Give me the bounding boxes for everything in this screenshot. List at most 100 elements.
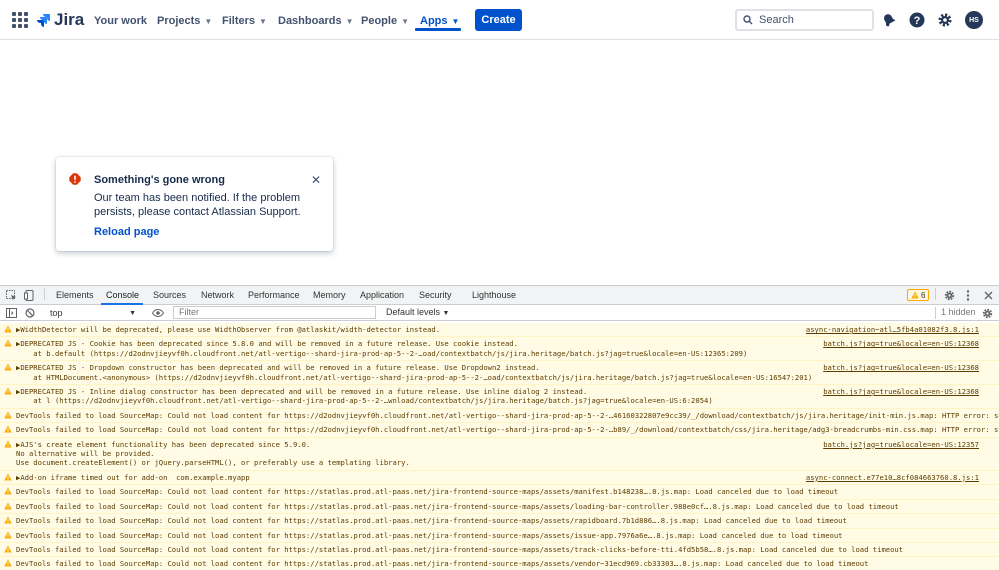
nav-filters[interactable]: Filters ▼	[222, 12, 267, 30]
settings-icon[interactable]	[936, 11, 954, 29]
tab-memory[interactable]: Memory	[313, 290, 346, 300]
nav-people-label: People	[361, 15, 398, 27]
console-message-line: DevTools failed to load SourceMap: Could…	[16, 530, 843, 540]
more-options-icon[interactable]	[962, 289, 974, 301]
tab-performance[interactable]: Performance	[248, 290, 300, 300]
chevron-down-icon: ▼	[345, 16, 354, 26]
warning-icon	[4, 425, 12, 433]
tab-console[interactable]: Console	[106, 290, 139, 300]
nav-people[interactable]: People ▼	[361, 12, 409, 30]
active-nav-indicator	[415, 28, 461, 31]
question-icon: ?	[909, 12, 925, 28]
create-button[interactable]: Create	[475, 9, 522, 31]
app-switcher-icon[interactable]	[12, 12, 28, 28]
sidebar-toggle-icon[interactable]	[5, 307, 17, 319]
clear-console-icon[interactable]	[24, 307, 36, 319]
tab-security[interactable]: Security	[419, 290, 452, 300]
console-warning-message[interactable]: DevTools failed to load SourceMap: Could…	[0, 408, 999, 424]
flag-message: Our team has been notified. If the probl…	[94, 192, 301, 218]
tab-sources[interactable]: Sources	[153, 290, 186, 300]
console-warning-message[interactable]: DevTools failed to load SourceMap: Could…	[0, 528, 999, 543]
console-message-line: at b.default (https://d2odnvjieyvf0h.clo…	[16, 348, 748, 358]
context-selector[interactable]: top ▼	[42, 307, 140, 319]
divider	[935, 307, 936, 319]
warning-icon	[4, 363, 12, 371]
console-warning-message[interactable]: ▶AJS's create element functionality has …	[0, 437, 999, 471]
console-filter-input[interactable]: Filter	[173, 306, 376, 319]
live-expression-eye-icon[interactable]	[152, 307, 164, 319]
nav-projects[interactable]: Projects ▼	[157, 12, 212, 30]
svg-text:?: ?	[914, 15, 921, 27]
console-source-link[interactable]: batch.js?jag=true&locale=en-US:12357	[823, 440, 979, 449]
console-settings-icon[interactable]	[981, 307, 993, 319]
warning-icon	[4, 411, 12, 419]
warning-icon	[4, 531, 12, 538]
console-message-line: DevTools failed to load SourceMap: Could…	[16, 559, 869, 569]
warning-icon	[4, 339, 12, 347]
log-levels-label: Default levels	[386, 307, 441, 317]
console-message-line: Use document.createElement() or jQuery.p…	[16, 458, 410, 468]
console-warning-message[interactable]: ▶DEPRECATED JS - Cookie has been depreca…	[0, 337, 999, 362]
console-warning-message[interactable]: ▶WidthDetector will be deprecated, pleas…	[0, 323, 999, 338]
console-message-line: DevTools failed to load SourceMap: Could…	[16, 410, 999, 420]
console-message-line: No alternative will be provided.	[16, 449, 155, 459]
console-source-link[interactable]: async-connect.e77e10…8cf084663760.8.js:1	[806, 473, 979, 482]
chevron-down-icon: ▼	[451, 16, 460, 26]
hidden-messages-count: 1 hidden	[941, 307, 976, 317]
log-levels-dropdown[interactable]: Default levels ▼	[386, 307, 449, 317]
console-source-link[interactable]: batch.js?jag=true&locale=en-US:12368	[823, 363, 979, 372]
console-message-line: at l (https://d2odnvjieyvf0h.cloudfront.…	[16, 396, 713, 406]
avatar[interactable]: HS	[965, 11, 983, 29]
warning-icon	[4, 516, 12, 524]
console-source-link[interactable]: async-navigation~atl…5fb4a01082f3.8.js:1	[806, 325, 979, 334]
console-warning-message[interactable]: DevTools failed to load SourceMap: Could…	[0, 557, 999, 570]
close-icon[interactable]: ✕	[311, 174, 321, 186]
inspect-element-icon[interactable]	[5, 289, 17, 301]
console-warning-message[interactable]: DevTools failed to load SourceMap: Could…	[0, 499, 999, 515]
jira-logo[interactable]: Jira	[36, 10, 84, 30]
console-warning-message[interactable]: ▶Add-on iframe timed out for add-on com.…	[0, 470, 999, 486]
help-icon[interactable]: ?	[908, 11, 926, 29]
nav-your-work[interactable]: Your work	[94, 12, 147, 30]
console-toolbar: top ▼ Filter Default levels ▼ 1 hidden	[0, 305, 999, 321]
reload-page-link[interactable]: Reload page	[94, 226, 159, 238]
warning-count-badge[interactable]: 6	[907, 289, 930, 301]
console-message-line: at HTMLDocument.<anonymous> (https://d2o…	[16, 372, 813, 382]
search-input[interactable]	[759, 14, 859, 26]
console-warning-message[interactable]: ▶DEPRECATED JS - Dropdown constructor ha…	[0, 361, 999, 386]
tab-lighthouse[interactable]: Lighthouse	[472, 290, 516, 300]
console-warning-message[interactable]: DevTools failed to load SourceMap: Could…	[0, 514, 999, 529]
device-toolbar-icon[interactable]	[23, 289, 35, 301]
chevron-down-icon: ▼	[204, 16, 213, 26]
nav-dashboards[interactable]: Dashboards ▼	[278, 12, 354, 30]
console-output[interactable]: ▶WidthDetector will be deprecated, pleas…	[0, 323, 999, 570]
search-box[interactable]	[735, 9, 874, 31]
search-icon	[743, 15, 753, 25]
divider	[935, 288, 936, 300]
warning-icon	[4, 545, 12, 553]
tab-application[interactable]: Application	[360, 290, 404, 300]
console-warning-message[interactable]: DevTools failed to load SourceMap: Could…	[0, 423, 999, 438]
console-source-link[interactable]: batch.js?jag=true&locale=en-US:12368	[823, 339, 979, 348]
chevron-down-icon: ▼	[401, 16, 409, 26]
nav-projects-label: Projects	[157, 15, 201, 27]
warning-icon	[4, 559, 12, 567]
notifications-icon[interactable]	[880, 11, 898, 29]
warning-icon	[4, 387, 12, 395]
nav-apps-label: Apps	[420, 15, 448, 27]
jira-logo-icon	[37, 14, 50, 27]
console-source-link[interactable]: batch.js?jag=true&locale=en-US:12368	[823, 387, 979, 396]
nav-dashboards-label: Dashboards	[278, 15, 342, 27]
settings-gear-icon[interactable]	[943, 289, 955, 301]
error-flag: Something's gone wrong ✕ Our team has be…	[56, 157, 333, 251]
console-warning-message[interactable]: DevTools failed to load SourceMap: Could…	[0, 542, 999, 558]
tab-network[interactable]: Network	[201, 290, 234, 300]
dropdown-arrow-icon: ▼	[129, 309, 136, 317]
close-devtools-icon[interactable]	[982, 289, 994, 301]
tab-elements[interactable]: Elements	[56, 290, 94, 300]
chevron-down-icon: ▼	[259, 16, 267, 26]
warning-icon	[4, 502, 12, 510]
console-warning-message[interactable]: DevTools failed to load SourceMap: Could…	[0, 485, 999, 500]
console-warning-message[interactable]: ▶DEPRECATED JS - Inline dialog construct…	[0, 385, 999, 409]
flag-title: Something's gone wrong	[94, 174, 225, 186]
